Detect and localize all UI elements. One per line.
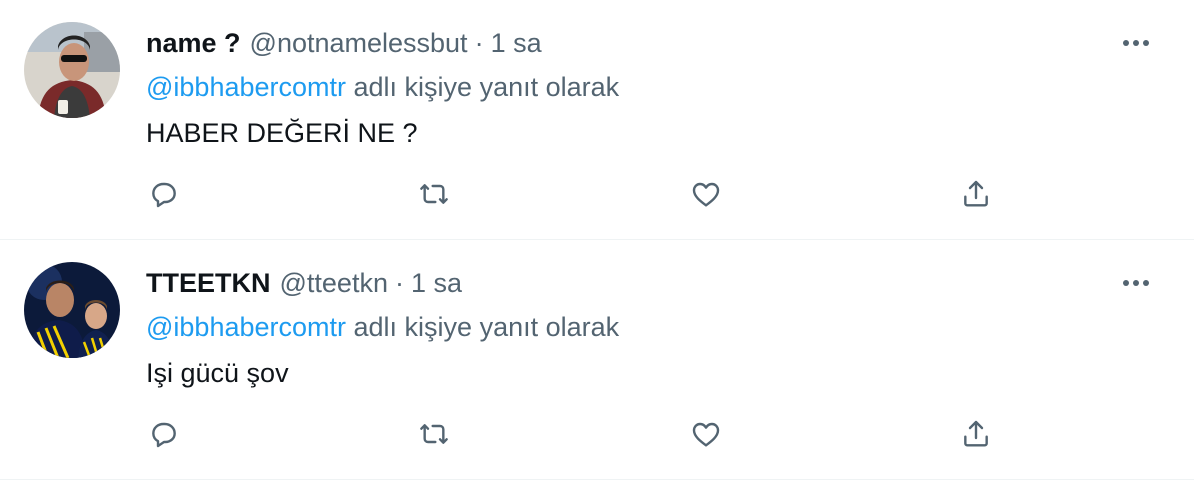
- retweet-icon: [420, 424, 448, 444]
- avatar-image: [24, 262, 120, 358]
- display-name[interactable]: name ?: [146, 26, 241, 60]
- reply-icon: [152, 182, 176, 208]
- tweet-header: TTEETKN @tteetkn · 1 sa: [146, 266, 462, 300]
- reply-icon: [152, 422, 176, 448]
- reply-suffix: adlı kişiye yanıt olarak: [353, 312, 620, 342]
- more-button[interactable]: [1118, 28, 1154, 58]
- tweet-actions: [146, 414, 1006, 454]
- reply-button[interactable]: [144, 414, 184, 454]
- share-icon: [964, 180, 988, 207]
- avatar[interactable]: [24, 262, 120, 358]
- more-icon: [1123, 280, 1149, 286]
- avatar-image: [24, 22, 120, 118]
- retweet-button[interactable]: [414, 174, 454, 214]
- reply-mention-link[interactable]: @ibbhabercomtr: [146, 72, 346, 102]
- timestamp[interactable]: 1 sa: [491, 26, 542, 60]
- retweet-button[interactable]: [414, 414, 454, 454]
- display-name[interactable]: TTEETKN: [146, 266, 271, 300]
- reply-suffix: adlı kişiye yanıt olarak: [353, 72, 620, 102]
- share-button[interactable]: [956, 174, 996, 214]
- tweet-actions: [146, 174, 1006, 214]
- share-button[interactable]: [956, 414, 996, 454]
- tweet-text: Işi gücü şov: [146, 358, 289, 388]
- tweet[interactable]: TTEETKN @tteetkn · 1 sa @ibbhabercomtr a…: [0, 240, 1194, 480]
- avatar[interactable]: [24, 22, 120, 118]
- reply-button[interactable]: [144, 174, 184, 214]
- share-icon: [964, 420, 988, 447]
- reply-context: @ibbhabercomtr adlı kişiye yanıt olarak: [146, 310, 619, 344]
- like-icon: [692, 422, 720, 447]
- more-icon: [1123, 40, 1149, 46]
- like-button[interactable]: [686, 414, 726, 454]
- user-handle[interactable]: @notnamelessbut: [250, 26, 468, 60]
- tweet-header: name ? @notnamelessbut · 1 sa: [146, 26, 542, 60]
- reply-feed: name ? @notnamelessbut · 1 sa @ibbhaberc…: [0, 0, 1194, 490]
- retweet-icon: [420, 184, 448, 204]
- tweet[interactable]: name ? @notnamelessbut · 1 sa @ibbhaberc…: [0, 0, 1194, 240]
- like-button[interactable]: [686, 174, 726, 214]
- more-button[interactable]: [1118, 268, 1154, 298]
- reply-mention-link[interactable]: @ibbhabercomtr: [146, 312, 346, 342]
- tweet-text: HABER DEĞERİ NE ?: [146, 118, 418, 148]
- reply-context: @ibbhabercomtr adlı kişiye yanıt olarak: [146, 70, 619, 104]
- timestamp[interactable]: 1 sa: [411, 266, 462, 300]
- user-handle[interactable]: @tteetkn: [280, 266, 388, 300]
- like-icon: [692, 182, 720, 207]
- separator: ·: [474, 28, 484, 58]
- separator: ·: [394, 268, 404, 298]
